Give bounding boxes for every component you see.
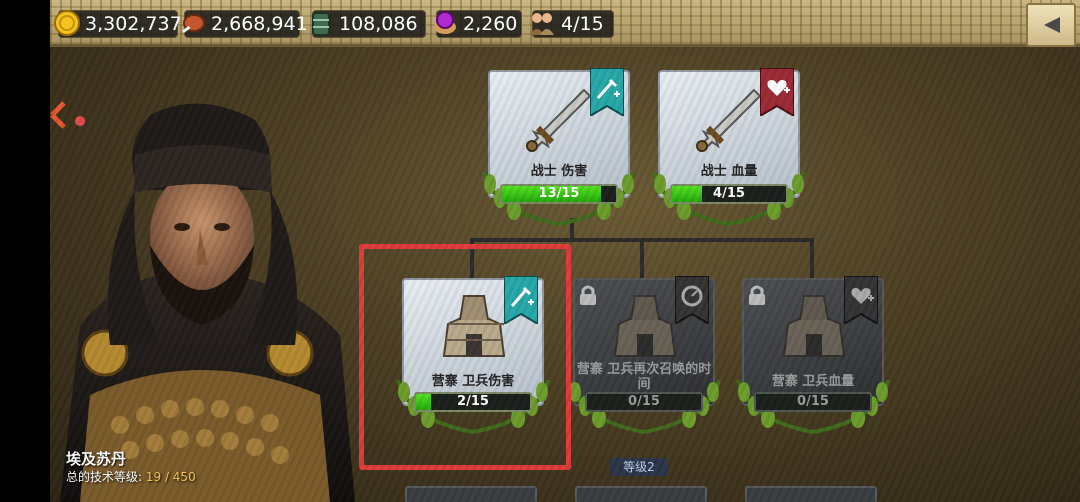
progress-bar: 13/15	[500, 184, 618, 204]
tree-connector	[810, 238, 814, 278]
meat-food-icon	[179, 8, 207, 38]
sword-icon	[526, 88, 592, 152]
resource-value: 2,668,941	[211, 13, 308, 35]
progress-text: 4/15	[713, 186, 745, 201]
lock-icon	[580, 285, 596, 305]
tech-card-warrior-damage[interactable]: 战士 伤害 13/15	[482, 68, 636, 232]
tech-tree-screen: 埃及苏丹 总的技术等级: 19 / 450 战士 伤害 13/15 战士 血量 …	[50, 0, 1080, 502]
resource-value: 2,260	[463, 13, 518, 35]
resource-wood[interactable]: 108,086	[312, 10, 426, 38]
resource-food[interactable]: 2,668,941	[182, 10, 308, 38]
tech-card-guard-health[interactable]: 营寨 卫兵血量 0/15	[736, 276, 890, 440]
tech-level-label: 总的技术等级:	[66, 470, 146, 484]
resource-gold[interactable]: 3,302,737	[54, 10, 182, 38]
selection-highlight	[359, 244, 571, 470]
hero-name: 埃及苏丹	[66, 450, 127, 468]
gem-chest-icon	[431, 8, 459, 38]
lumber-icon	[307, 8, 335, 38]
progress-text: 13/15	[538, 186, 580, 201]
resource-value: 3,302,737	[85, 13, 182, 35]
gold-coin-icon	[53, 8, 81, 38]
hero-portrait	[50, 95, 360, 502]
resource-bar: 3,302,737 2,668,941 108,086 2,260 4/15	[50, 0, 1080, 47]
next-tier-card[interactable]	[405, 486, 537, 502]
camp-tower-icon	[613, 295, 677, 357]
tech-card-warrior-health[interactable]: 战士 血量 4/15	[652, 68, 806, 232]
total-tech-level: 总的技术等级: 19 / 450	[66, 468, 196, 485]
tier-label: 等级2	[610, 458, 668, 476]
population-icon	[527, 8, 557, 38]
chevron-left-icon	[50, 101, 66, 129]
progress-text: 0/15	[628, 394, 660, 409]
progress-bar: 0/15	[585, 392, 703, 412]
next-tier-card[interactable]	[575, 486, 707, 502]
side-menu-toggle[interactable]	[50, 95, 86, 139]
sword-plus-icon	[590, 68, 624, 116]
progress-text: 0/15	[797, 394, 829, 409]
back-arrow-icon	[1044, 17, 1060, 33]
notification-dot-icon	[75, 116, 85, 126]
tech-level-value: 19 / 450	[145, 470, 196, 484]
next-tier-card[interactable]	[745, 486, 877, 502]
camp-tower-icon	[782, 295, 846, 357]
heart-plus-icon	[844, 276, 878, 324]
progress-bar: 0/15	[754, 392, 872, 412]
resource-value: 108,086	[339, 13, 418, 35]
tech-card-guard-respawn[interactable]: 营寨 卫兵再次召唤的时间 0/15	[567, 276, 721, 440]
heart-plus-icon	[760, 68, 794, 116]
resource-population[interactable]: 4/15	[530, 10, 614, 38]
sword-icon	[696, 88, 762, 152]
timer-icon	[675, 276, 709, 324]
resource-gems[interactable]: 2,260	[434, 10, 522, 38]
progress-bar: 4/15	[670, 184, 788, 204]
resource-value: 4/15	[561, 13, 604, 35]
lock-icon	[749, 285, 765, 305]
back-button[interactable]	[1026, 3, 1076, 47]
tree-connector	[640, 238, 644, 278]
